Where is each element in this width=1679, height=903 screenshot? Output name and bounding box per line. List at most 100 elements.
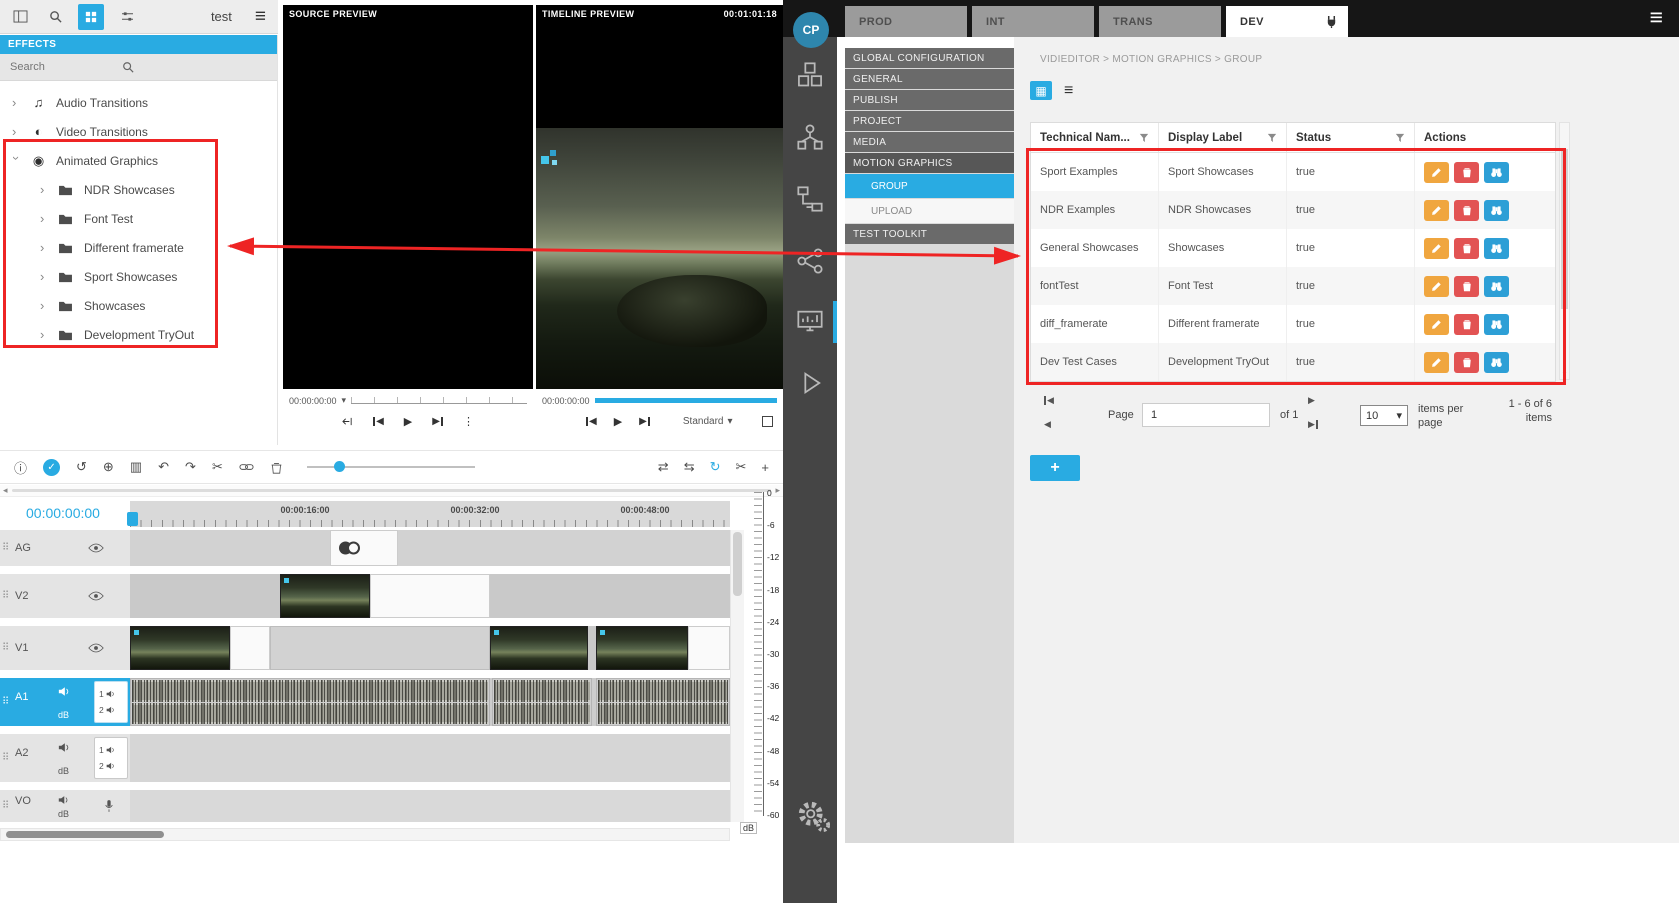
delete-button[interactable] <box>1454 314 1479 335</box>
share-nodes-icon[interactable] <box>796 247 824 275</box>
delete-icon[interactable] <box>270 461 283 474</box>
audio-clip[interactable] <box>492 678 592 726</box>
drag-handle-icon[interactable]: ⠿ <box>2 643 9 654</box>
chevron-right-icon[interactable]: › <box>40 327 49 342</box>
cut-icon[interactable]: ✂ <box>212 459 223 475</box>
table-row[interactable]: NDR Examples NDR Showcases true <box>1031 191 1555 229</box>
play-button[interactable]: ▶ <box>404 415 412 428</box>
timeline-bottom-scrollbar[interactable] <box>0 828 730 841</box>
track-header-v2[interactable]: ⠿ V2 <box>0 574 130 618</box>
visibility-eye-icon[interactable] <box>88 543 104 553</box>
tree-item-animated-graphics[interactable]: › ◉ Animated Graphics <box>0 146 277 175</box>
add-clip-icon[interactable]: ⊕ <box>103 459 114 475</box>
chevron-right-icon[interactable]: › <box>40 269 49 284</box>
settings-sliders-icon[interactable] <box>115 5 139 29</box>
video-clip[interactable] <box>280 574 370 618</box>
chevron-right-icon[interactable]: › <box>40 182 49 197</box>
table-row[interactable]: Dev Test Cases Development TryOut true <box>1031 343 1555 381</box>
speaker-icon[interactable] <box>58 686 70 697</box>
delete-button[interactable] <box>1454 162 1479 183</box>
speaker-icon[interactable] <box>58 795 69 805</box>
track-header-a2[interactable]: ⠿ A2 dB 1 2 <box>0 734 130 782</box>
preview-button[interactable] <box>1484 314 1509 335</box>
scrollbar-thumb[interactable] <box>6 831 164 838</box>
preview-button[interactable] <box>1484 352 1509 373</box>
play-icon[interactable] <box>796 369 824 397</box>
add-group-button[interactable]: + <box>1030 455 1080 481</box>
unlink-icon[interactable] <box>239 462 254 472</box>
drag-handle-icon[interactable]: ⠿ <box>2 801 9 812</box>
edit-button[interactable] <box>1424 314 1449 335</box>
visibility-eye-icon[interactable] <box>88 591 104 601</box>
drag-handle-icon[interactable]: ⠿ <box>2 543 9 554</box>
project-title[interactable]: test <box>211 9 232 24</box>
chevron-right-icon[interactable]: › <box>40 240 49 255</box>
history-undo-icon[interactable]: ↺ <box>76 459 87 475</box>
tree-item-folder[interactable]: › Different framerate <box>0 233 277 262</box>
channel-1[interactable]: 1 <box>99 689 127 699</box>
timeline-horizontal-scrollbar[interactable]: ◂ ▸ <box>0 485 783 497</box>
hierarchy-icon[interactable] <box>796 123 824 151</box>
snap-icon[interactable]: + <box>761 460 769 475</box>
timeline-progress-bar[interactable] <box>595 398 777 403</box>
channel-2[interactable]: 2 <box>99 705 127 715</box>
column-header-status[interactable]: Status <box>1287 123 1415 152</box>
menu-item-project[interactable]: PROJECT <box>845 111 1014 131</box>
table-scrollbar[interactable]: ▾ <box>1559 122 1570 380</box>
modules-cubes-icon[interactable] <box>796 61 824 89</box>
edit-button[interactable] <box>1424 162 1449 183</box>
next-frame-button[interactable]: ▶ <box>432 416 443 427</box>
volume-fader[interactable] <box>763 492 764 816</box>
audio-clip[interactable] <box>130 678 490 726</box>
list-view-icon[interactable]: ≡ <box>1064 82 1073 100</box>
undo-icon[interactable]: ↶ <box>158 459 169 475</box>
drag-handle-icon[interactable]: ⠿ <box>2 753 9 764</box>
video-clip[interactable] <box>490 626 588 670</box>
tree-item-audio-transitions[interactable]: › ♫ Audio Transitions <box>0 88 277 117</box>
grid-view-icon[interactable]: ▦ <box>1030 81 1052 100</box>
tab-int[interactable]: INT <box>972 6 1094 37</box>
media-bin-icon[interactable] <box>78 4 104 30</box>
timeline-ruler[interactable]: 00:00:16:00 00:00:32:00 00:00:48:00 <box>130 501 730 527</box>
visibility-eye-icon[interactable] <box>88 643 104 653</box>
gap-clip[interactable] <box>270 626 490 670</box>
more-options-icon[interactable]: ⋮ <box>463 415 474 428</box>
avatar[interactable]: CP <box>793 12 829 48</box>
admin-menu-icon[interactable]: ≡ <box>1650 4 1663 31</box>
filter-icon[interactable] <box>1395 133 1405 143</box>
drag-handle-icon[interactable]: ⠿ <box>2 591 9 602</box>
edit-button[interactable] <box>1424 276 1449 297</box>
workflow-icon[interactable] <box>796 185 824 213</box>
video-clip-tail[interactable] <box>688 626 730 670</box>
tree-item-folder[interactable]: › Sport Showcases <box>0 262 277 291</box>
column-header-display-label[interactable]: Display Label <box>1159 123 1287 152</box>
quality-select[interactable]: Standard ▾ <box>683 416 733 427</box>
chevron-right-icon[interactable]: › <box>12 95 21 110</box>
editor-menu-icon[interactable]: ≡ <box>255 6 266 28</box>
table-row[interactable]: General Showcases Showcases true <box>1031 229 1555 267</box>
menu-item-publish[interactable]: PUBLISH <box>845 90 1014 110</box>
transition-clip[interactable] <box>330 530 398 566</box>
column-header-technical-name[interactable]: Technical Nam... <box>1031 123 1159 152</box>
video-clip[interactable] <box>596 626 688 670</box>
insert-icon[interactable]: ⇄ <box>658 459 669 475</box>
table-row[interactable]: Sport Examples Sport Showcases true <box>1031 153 1555 191</box>
menu-item-media[interactable]: MEDIA <box>845 132 1014 152</box>
menu-item-global-configuration[interactable]: GLOBAL CONFIGURATION <box>845 48 1014 68</box>
caret-down-icon[interactable]: ▾ <box>342 395 347 406</box>
edit-button[interactable] <box>1424 200 1449 221</box>
effects-search-input[interactable] <box>10 61 114 73</box>
preview-button[interactable] <box>1484 238 1509 259</box>
play-button[interactable]: ▶ <box>614 415 622 428</box>
tree-item-folder[interactable]: › Font Test <box>0 204 277 233</box>
layout-panels-icon[interactable] <box>8 5 32 29</box>
next-frame-button[interactable]: ▶ <box>639 416 650 427</box>
delete-button[interactable] <box>1454 238 1479 259</box>
preview-button[interactable] <box>1484 276 1509 297</box>
track-header-ag[interactable]: ⠿ AG <box>0 530 130 566</box>
timeline-vertical-scrollbar[interactable] <box>730 530 744 822</box>
info-icon[interactable]: ⓘ <box>14 458 27 477</box>
menu-item-test-toolkit[interactable]: TEST TOOLKIT <box>845 224 1014 244</box>
split-view-icon[interactable]: ▥ <box>130 459 142 475</box>
video-clip-tail[interactable] <box>370 574 490 618</box>
